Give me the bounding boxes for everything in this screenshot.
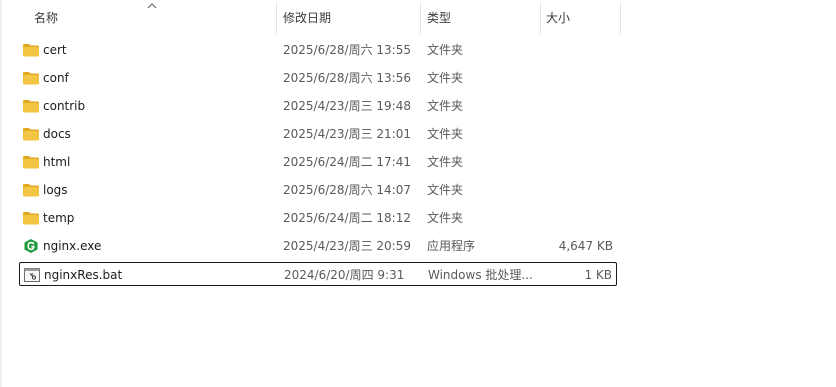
folder-icon xyxy=(22,70,40,86)
folder-icon xyxy=(22,154,40,170)
file-type: 文件夹 xyxy=(427,183,464,197)
column-header-type[interactable]: 类型 xyxy=(427,0,537,34)
folder-icon xyxy=(22,182,40,198)
file-type: 文件夹 xyxy=(427,211,464,225)
column-header-name[interactable]: 名称 xyxy=(34,0,274,34)
column-header-row: 名称 修改日期 类型 大小 xyxy=(0,0,836,34)
column-divider[interactable] xyxy=(620,2,621,34)
pane-left-border xyxy=(0,0,2,387)
file-name: temp xyxy=(43,211,75,225)
file-modified-date: 2024/6/20/周四 9:31 xyxy=(284,268,405,282)
file-modified-date: 2025/6/24/周二 17:41 xyxy=(283,155,411,169)
file-type: 文件夹 xyxy=(427,99,464,113)
file-row[interactable]: logs 2025/6/28/周六 14:07 文件夹 xyxy=(19,178,617,202)
file-modified-date: 2025/6/28/周六 14:07 xyxy=(283,183,411,197)
file-name: nginx.exe xyxy=(43,239,102,253)
file-size: 1 KB xyxy=(584,268,612,282)
folder-icon xyxy=(22,210,40,226)
folder-icon xyxy=(22,98,40,114)
file-type: Windows 批处理... xyxy=(428,268,533,282)
file-row[interactable]: nginxRes.bat 2024/6/20/周四 9:31 Windows 批处理… xyxy=(19,262,617,286)
column-divider[interactable] xyxy=(540,2,541,34)
file-size: 4,647 KB xyxy=(558,239,613,253)
file-name: docs xyxy=(43,127,71,141)
column-header-modified[interactable]: 修改日期 xyxy=(283,0,419,34)
file-type: 文件夹 xyxy=(427,43,464,57)
file-modified-date: 2025/6/24/周二 18:12 xyxy=(283,211,411,225)
folder-icon xyxy=(22,42,40,58)
file-name: contrib xyxy=(43,99,86,113)
column-divider[interactable] xyxy=(420,2,421,34)
column-header-size[interactable]: 大小 xyxy=(546,0,618,34)
file-row[interactable]: cert 2025/6/28/周六 13:55 文件夹 xyxy=(19,38,617,62)
nginx-app-icon xyxy=(22,238,40,254)
file-type: 文件夹 xyxy=(427,155,464,169)
file-row[interactable]: html 2025/6/24/周二 17:41 文件夹 xyxy=(19,150,617,174)
file-modified-date: 2025/4/23/周三 21:01 xyxy=(283,127,411,141)
file-row[interactable]: contrib 2025/4/23/周三 19:48 文件夹 xyxy=(19,94,617,118)
file-modified-date: 2025/4/23/周三 19:48 xyxy=(283,99,411,113)
file-type: 文件夹 xyxy=(427,71,464,85)
file-row[interactable]: temp 2025/6/24/周二 18:12 文件夹 xyxy=(19,206,617,230)
folder-icon xyxy=(22,126,40,142)
file-modified-date: 2025/4/23/周三 20:59 xyxy=(283,239,411,253)
file-row[interactable]: conf 2025/6/28/周六 13:56 文件夹 xyxy=(19,66,617,90)
file-row[interactable]: nginx.exe 2025/4/23/周三 20:59 应用程序 4,647 KB xyxy=(19,234,617,258)
file-name: logs xyxy=(43,183,68,197)
file-name: conf xyxy=(43,71,69,85)
column-divider[interactable] xyxy=(276,2,277,34)
file-type: 文件夹 xyxy=(427,127,464,141)
file-name: html xyxy=(43,155,71,169)
file-row[interactable]: docs 2025/4/23/周三 21:01 文件夹 xyxy=(19,122,617,146)
file-name: cert xyxy=(43,43,67,57)
file-modified-date: 2025/6/28/周六 13:56 xyxy=(283,71,411,85)
file-modified-date: 2025/6/28/周六 13:55 xyxy=(283,43,411,57)
file-name: nginxRes.bat xyxy=(44,268,123,282)
batch-file-icon xyxy=(23,267,41,283)
file-type: 应用程序 xyxy=(427,239,476,253)
